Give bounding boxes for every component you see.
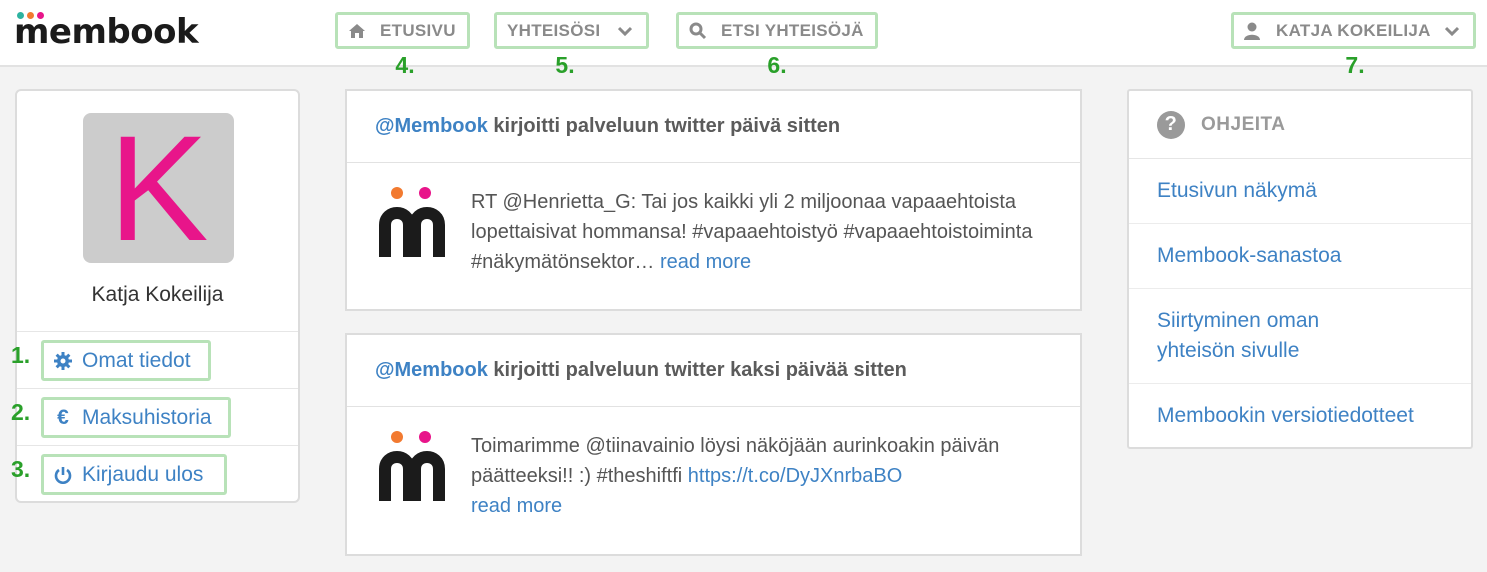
menu-marker: 2. — [11, 399, 31, 425]
read-more-link[interactable]: read more — [660, 251, 751, 273]
search-icon — [689, 22, 707, 39]
avatar-letter: K — [108, 104, 209, 272]
avatar: K — [83, 113, 234, 263]
chevron-down-icon — [618, 26, 633, 36]
feed-post-body: RT @Henrietta_G: Tai jos kaikki yli 2 mi… — [347, 163, 1080, 277]
nav-home-marker: 4. — [395, 52, 415, 78]
logo-dot-teal — [17, 12, 24, 19]
help-link-label: Membookin versiotiedotteet — [1157, 403, 1414, 427]
euro-icon: € — [57, 405, 69, 429]
nav-communities-label: YHTEISÖSI — [507, 20, 601, 40]
question-icon: ? — [1157, 110, 1185, 139]
nav-user-dropdown[interactable]: KATJA KOKEILIJA — [1231, 12, 1476, 49]
nav-search-label: ETSI YHTEISÖJÄ — [721, 20, 864, 40]
help-panel-header: ? OHJEITA — [1129, 91, 1471, 159]
profile-name: Katja Kokeilija — [91, 283, 224, 306]
feed-post: @Membook kirjoitti palveluun twitter päi… — [345, 89, 1082, 311]
nav-home-button[interactable]: ETUSIVU — [335, 12, 470, 49]
log-out-label: Kirjaudu ulos — [82, 462, 204, 486]
help-panel: ? OHJEITA Etusivun näkymä Membook-sanast… — [1127, 89, 1473, 449]
profile-menu-item: 2. € Maksuhistoria — [11, 388, 298, 445]
profile-menu-item: 1. Omat tiedot — [11, 331, 298, 388]
post-action-text: kirjoitti palveluun twitter kaksi päivää… — [487, 359, 907, 381]
nav-search-marker: 6. — [767, 52, 787, 78]
profile-panel: K Katja Kokeilija 1. Omat tiedot 2. € Ma… — [11, 89, 300, 503]
menu-marker: 1. — [11, 342, 31, 368]
help-link-label: Etusivun näkymä — [1157, 179, 1317, 202]
membook-logo[interactable]: membook — [14, 10, 199, 50]
logo-dot-pink — [37, 12, 44, 19]
feed-post-header: @Membook kirjoitti palveluun twitter päi… — [347, 91, 1080, 163]
my-details-label: Omat tiedot — [82, 348, 191, 372]
user-icon — [1244, 22, 1260, 40]
feed-post: @Membook kirjoitti palveluun twitter kak… — [345, 333, 1082, 556]
gear-icon — [50, 351, 76, 370]
membook-m-icon — [379, 187, 445, 257]
help-title: OHJEITA — [1201, 113, 1286, 135]
home-icon — [349, 23, 365, 38]
power-icon — [50, 466, 76, 484]
menu-marker: 3. — [11, 456, 31, 482]
post-link[interactable]: https://t.co/DyJXnrbaBO — [688, 465, 903, 487]
feed-post-header: @Membook kirjoitti palveluun twitter kak… — [347, 335, 1080, 407]
feed-post-body: Toimarimme @tiinavainio löysi näköjään a… — [347, 407, 1080, 521]
nav-user-label: KATJA KOKEILIJA — [1276, 20, 1431, 40]
top-navigation-bar: membook ETUSIVU 4. YHTEISÖSI 5. ETSI YHT… — [0, 0, 1487, 78]
payment-history-link[interactable]: € Maksuhistoria — [41, 397, 231, 438]
help-link-front-page-view[interactable]: Etusivun näkymä — [1129, 159, 1471, 224]
post-action-text: kirjoitti palveluun twitter päivä sitten — [487, 115, 841, 137]
my-details-link[interactable]: Omat tiedot — [41, 340, 211, 381]
nav-user-marker: 7. — [1345, 52, 1365, 78]
nav-search-communities-button[interactable]: ETSI YHTEISÖJÄ — [676, 12, 878, 49]
help-link-label: Membook-sanastoa — [1157, 244, 1342, 267]
help-link-release-notes[interactable]: Membookin versiotiedotteet — [1129, 384, 1471, 447]
nav-home-label: ETUSIVU — [380, 20, 456, 40]
help-link-label: Siirtyminen oman yhteisön sivulle — [1157, 309, 1320, 362]
logo-dots — [17, 12, 44, 20]
profile-menu: 1. Omat tiedot 2. € Maksuhistoria 3. Kir… — [11, 331, 298, 502]
post-author-link[interactable]: @Membook — [375, 359, 488, 381]
payment-history-label: Maksuhistoria — [82, 405, 212, 429]
nav-communities-dropdown[interactable]: YHTEISÖSI — [494, 12, 649, 49]
logo-dot-orange — [27, 12, 34, 19]
help-link-glossary[interactable]: Membook-sanastoa — [1129, 224, 1471, 289]
help-link-community-page[interactable]: Siirtyminen oman yhteisön sivulle — [1129, 289, 1471, 384]
membook-m-icon — [379, 431, 445, 501]
profile-menu-item: 3. Kirjaudu ulos — [11, 445, 298, 502]
nav-communities-marker: 5. — [555, 52, 575, 78]
post-author-link[interactable]: @Membook — [375, 115, 488, 137]
chevron-down-icon — [1444, 26, 1459, 36]
log-out-link[interactable]: Kirjaudu ulos — [41, 454, 227, 495]
post-text: RT @Henrietta_G: Tai jos kaikki yli 2 mi… — [471, 191, 1033, 273]
read-more-link[interactable]: read more — [471, 495, 562, 517]
